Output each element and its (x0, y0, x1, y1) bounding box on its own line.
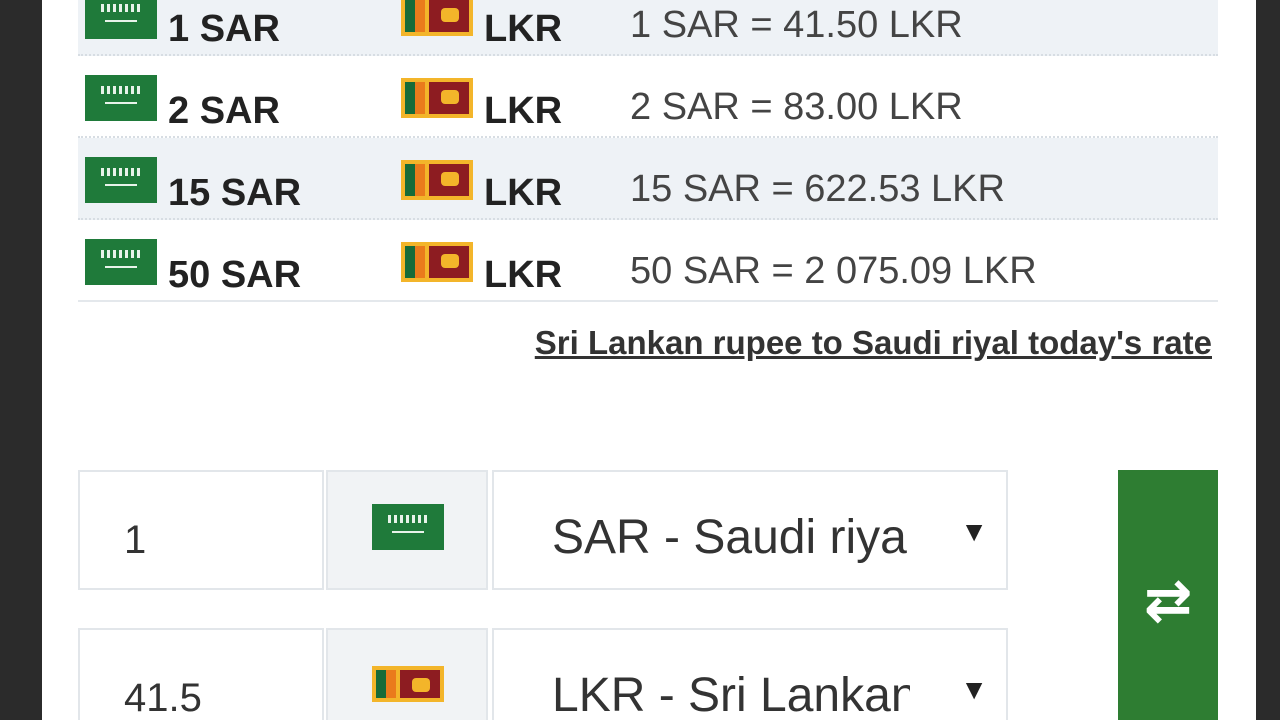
row-result: 15 SAR = 622.53 LKR (630, 168, 1005, 210)
sri-lanka-flag-icon (401, 242, 473, 282)
row-target-currency: LKR (484, 254, 563, 296)
sri-lanka-flag-icon (372, 666, 444, 702)
row-result: 2 SAR = 83.00 LKR (630, 86, 963, 128)
from-flag-cell (326, 470, 488, 590)
row-target-currency: LKR (484, 8, 563, 50)
from-currency-label: SAR - Saudi riyal (552, 511, 910, 564)
saudi-flag-icon (85, 239, 157, 285)
row-amount: 50 SAR (168, 254, 302, 296)
to-amount-input[interactable]: 41.5 (78, 628, 324, 720)
converter-panel: 1 SAR LKR 1 SAR = 41.50 LKR 2 SAR LKR 2 … (42, 0, 1256, 720)
reverse-rate-link[interactable]: Sri Lankan rupee to Saudi riyal today's … (535, 324, 1212, 362)
to-flag-cell (326, 628, 488, 720)
sri-lanka-flag-icon (401, 0, 473, 36)
row-target-currency: LKR (484, 172, 563, 214)
swap-arrows-icon: ⇄ (1143, 568, 1193, 633)
sri-lanka-flag-icon (401, 78, 473, 118)
saudi-flag-icon (85, 75, 157, 121)
from-amount-input[interactable]: 1 (78, 470, 324, 590)
sri-lanka-flag-icon (401, 160, 473, 200)
to-currency-row: 41.5 LKR - Sri Lankan rupee ▼ (78, 628, 1008, 720)
dropdown-arrow-icon: ▼ (960, 674, 988, 705)
row-amount: 2 SAR (168, 90, 280, 132)
from-currency-select[interactable]: SAR - Saudi riyal ▼ (492, 470, 1008, 590)
table-row: 1 SAR LKR 1 SAR = 41.50 LKR (78, 0, 1218, 56)
to-currency-select[interactable]: LKR - Sri Lankan rupee ▼ (492, 628, 1008, 720)
saudi-flag-icon (85, 157, 157, 203)
row-amount: 15 SAR (168, 172, 302, 214)
saudi-flag-icon (372, 504, 444, 550)
table-row: 15 SAR LKR 15 SAR = 622.53 LKR (78, 138, 1218, 220)
table-row: 2 SAR LKR 2 SAR = 83.00 LKR (78, 56, 1218, 138)
rates-table: 1 SAR LKR 1 SAR = 41.50 LKR 2 SAR LKR 2 … (78, 0, 1218, 302)
currency-converter: 1 SAR - Saudi riyal ▼ 41.5 LKR - Sri Lan… (78, 470, 1218, 720)
from-currency-row: 1 SAR - Saudi riyal ▼ (78, 470, 1008, 590)
swap-currencies-button[interactable]: ⇄ (1118, 470, 1218, 720)
row-result: 50 SAR = 2 075.09 LKR (630, 250, 1037, 292)
table-row: 50 SAR LKR 50 SAR = 2 075.09 LKR (78, 220, 1218, 302)
row-result: 1 SAR = 41.50 LKR (630, 4, 963, 46)
saudi-flag-icon (85, 0, 157, 39)
row-amount: 1 SAR (168, 8, 280, 50)
row-target-currency: LKR (484, 90, 563, 132)
to-currency-label: LKR - Sri Lankan rupee (552, 669, 910, 720)
dropdown-arrow-icon: ▼ (960, 516, 988, 547)
